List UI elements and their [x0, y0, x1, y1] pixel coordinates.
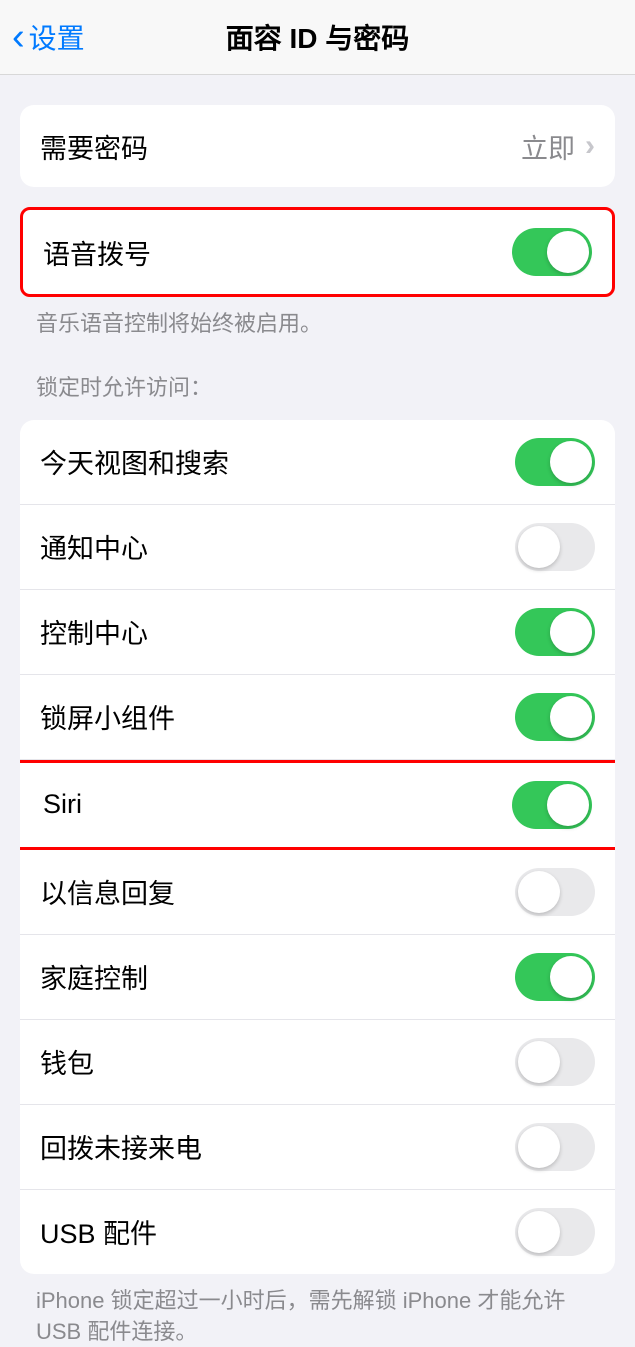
lock-access-toggle[interactable]	[515, 1208, 595, 1256]
lock-access-row: 通知中心	[20, 505, 615, 590]
page-title: 面容 ID 与密码	[226, 17, 410, 57]
lock-access-toggle[interactable]	[515, 953, 595, 1001]
require-passcode-label: 需要密码	[40, 127, 148, 166]
lock-access-toggle[interactable]	[512, 781, 592, 829]
lock-access-row: 钱包	[20, 1020, 615, 1105]
require-passcode-value: 立即	[521, 127, 575, 166]
lock-access-row: 锁屏小组件	[20, 675, 615, 760]
voice-dial-row: 语音拨号	[23, 210, 612, 294]
lock-access-label: 锁屏小组件	[40, 697, 175, 736]
row-right: 立即 ›	[521, 127, 595, 166]
lock-access-toggle[interactable]	[515, 608, 595, 656]
lock-access-label: 回拨未接来电	[40, 1127, 202, 1166]
lock-access-toggle[interactable]	[515, 693, 595, 741]
lock-access-label: 通知中心	[40, 527, 148, 566]
lock-access-toggle[interactable]	[515, 1123, 595, 1171]
chevron-right-icon: ›	[585, 129, 595, 163]
lock-access-row: 今天视图和搜索	[20, 420, 615, 505]
lock-access-row: 回拨未接来电	[20, 1105, 615, 1190]
voice-dial-section: 语音拨号	[20, 207, 615, 297]
lock-access-toggle[interactable]	[515, 868, 595, 916]
lock-access-label: Siri	[43, 789, 82, 820]
settings-content: 需要密码 立即 › 语音拨号 音乐语音控制将始终被启用。 锁定时允许访问： 今天…	[0, 105, 635, 1347]
back-button[interactable]: ‹ 设置	[0, 17, 85, 57]
lock-access-row: USB 配件	[20, 1190, 615, 1274]
lock-access-row: 以信息回复	[20, 850, 615, 935]
lock-access-row: 家庭控制	[20, 935, 615, 1020]
lock-access-label: 控制中心	[40, 612, 148, 651]
voice-dial-label: 语音拨号	[43, 233, 151, 272]
lock-access-footer: iPhone 锁定超过一小时后，需先解锁 iPhone 才能允许 USB 配件连…	[0, 1274, 635, 1347]
navigation-header: ‹ 设置 面容 ID 与密码	[0, 0, 635, 75]
require-passcode-section: 需要密码 立即 ›	[20, 105, 615, 187]
lock-access-label: USB 配件	[40, 1212, 157, 1251]
lock-access-toggle[interactable]	[515, 1038, 595, 1086]
lock-access-toggle[interactable]	[515, 438, 595, 486]
voice-dial-toggle[interactable]	[512, 228, 592, 276]
lock-access-row: 控制中心	[20, 590, 615, 675]
lock-access-label: 以信息回复	[40, 872, 175, 911]
lock-access-section: 今天视图和搜索通知中心控制中心锁屏小组件 Siri 以信息回复家庭控制钱包回拨未接来…	[20, 420, 615, 1274]
lock-access-label: 钱包	[40, 1042, 94, 1081]
lock-access-label: 今天视图和搜索	[40, 442, 229, 481]
back-label: 设置	[29, 17, 85, 57]
require-passcode-row[interactable]: 需要密码 立即 ›	[20, 105, 615, 187]
lock-access-header: 锁定时允许访问：	[0, 340, 635, 410]
chevron-left-icon: ‹	[12, 18, 25, 56]
voice-dial-footer: 音乐语音控制将始终被启用。	[0, 297, 635, 340]
lock-access-label: 家庭控制	[40, 957, 148, 996]
lock-access-toggle[interactable]	[515, 523, 595, 571]
lock-access-row: Siri	[20, 760, 615, 850]
